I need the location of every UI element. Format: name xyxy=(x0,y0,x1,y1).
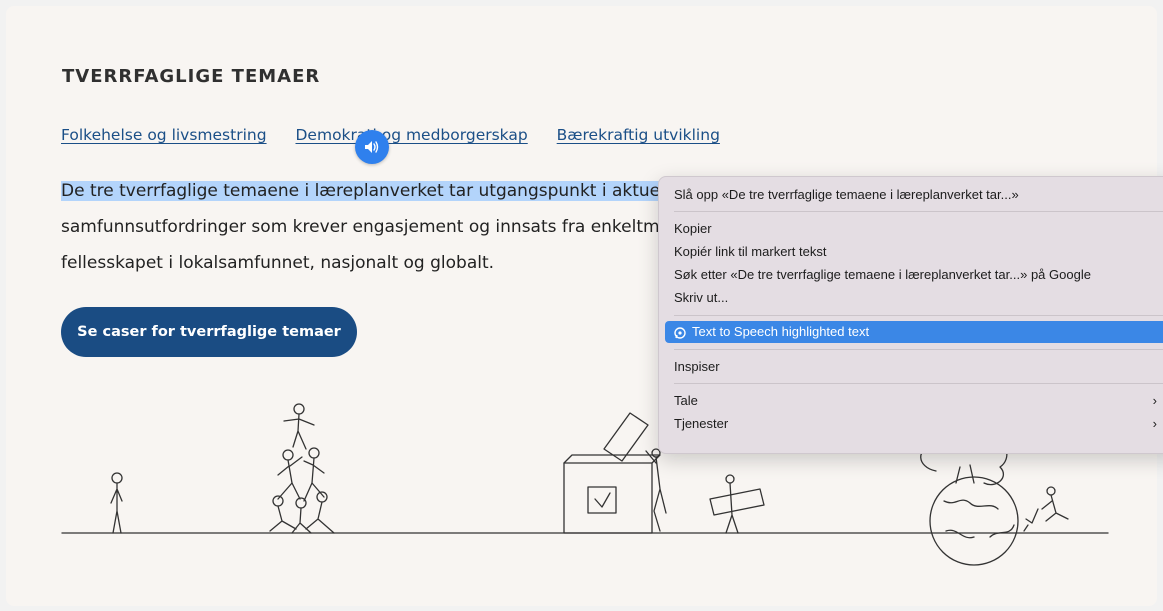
speaker-icon xyxy=(365,141,379,153)
menu-separator xyxy=(674,349,1163,350)
menu-speech[interactable]: Tale › xyxy=(665,390,1163,412)
menu-copy[interactable]: Kopier xyxy=(665,218,1163,240)
topic-links: Folkehelse og livsmestring Demokrati og … xyxy=(61,126,744,144)
menu-copy-link[interactable]: Kopiér link til markert tekst xyxy=(665,241,1163,263)
context-menu: Slå opp «De tre tverrfaglige temaene i l… xyxy=(658,176,1163,454)
menu-separator xyxy=(674,383,1163,384)
menu-services-label: Tjenester xyxy=(674,416,729,431)
link-baerekraftig[interactable]: Bærekraftig utvikling xyxy=(557,126,720,144)
menu-services[interactable]: Tjenester › xyxy=(665,413,1163,435)
tts-bubble-icon xyxy=(674,326,686,339)
paragraph-line-2: samfunnsutfordringer som krever engasjem… xyxy=(61,217,765,237)
intro-paragraph: De tre tverrfaglige temaene i læreplanve… xyxy=(61,173,765,281)
read-aloud-button[interactable] xyxy=(355,130,389,164)
paragraph-line-3: fellesskapet i lokalsamfunnet, nasjonalt… xyxy=(61,253,495,273)
cases-button[interactable]: Se caser for tverrfaglige temaer xyxy=(61,307,357,357)
menu-separator xyxy=(674,315,1163,316)
menu-text-to-speech[interactable]: Text to Speech highlighted text xyxy=(665,321,1163,343)
section-heading: TVERRFAGLIGE TEMAER xyxy=(62,66,321,87)
menu-inspect[interactable]: Inspiser xyxy=(665,356,1163,378)
menu-separator xyxy=(674,211,1163,212)
menu-lookup[interactable]: Slå opp «De tre tverrfaglige temaene i l… xyxy=(665,184,1163,206)
menu-print[interactable]: Skriv ut... xyxy=(665,287,1163,309)
link-folkehelse[interactable]: Folkehelse og livsmestring xyxy=(61,126,267,144)
chevron-right-icon: › xyxy=(1152,393,1157,408)
chevron-right-icon: › xyxy=(1152,416,1157,431)
menu-tts-label: Text to Speech highlighted text xyxy=(692,324,870,339)
menu-speech-label: Tale xyxy=(674,393,698,408)
menu-search-google[interactable]: Søk etter «De tre tverrfaglige temaene i… xyxy=(665,264,1163,286)
link-demokrati[interactable]: Demokrati og medborgerskap xyxy=(296,126,528,144)
highlighted-text: De tre tverrfaglige temaene i læreplanve… xyxy=(61,181,681,201)
